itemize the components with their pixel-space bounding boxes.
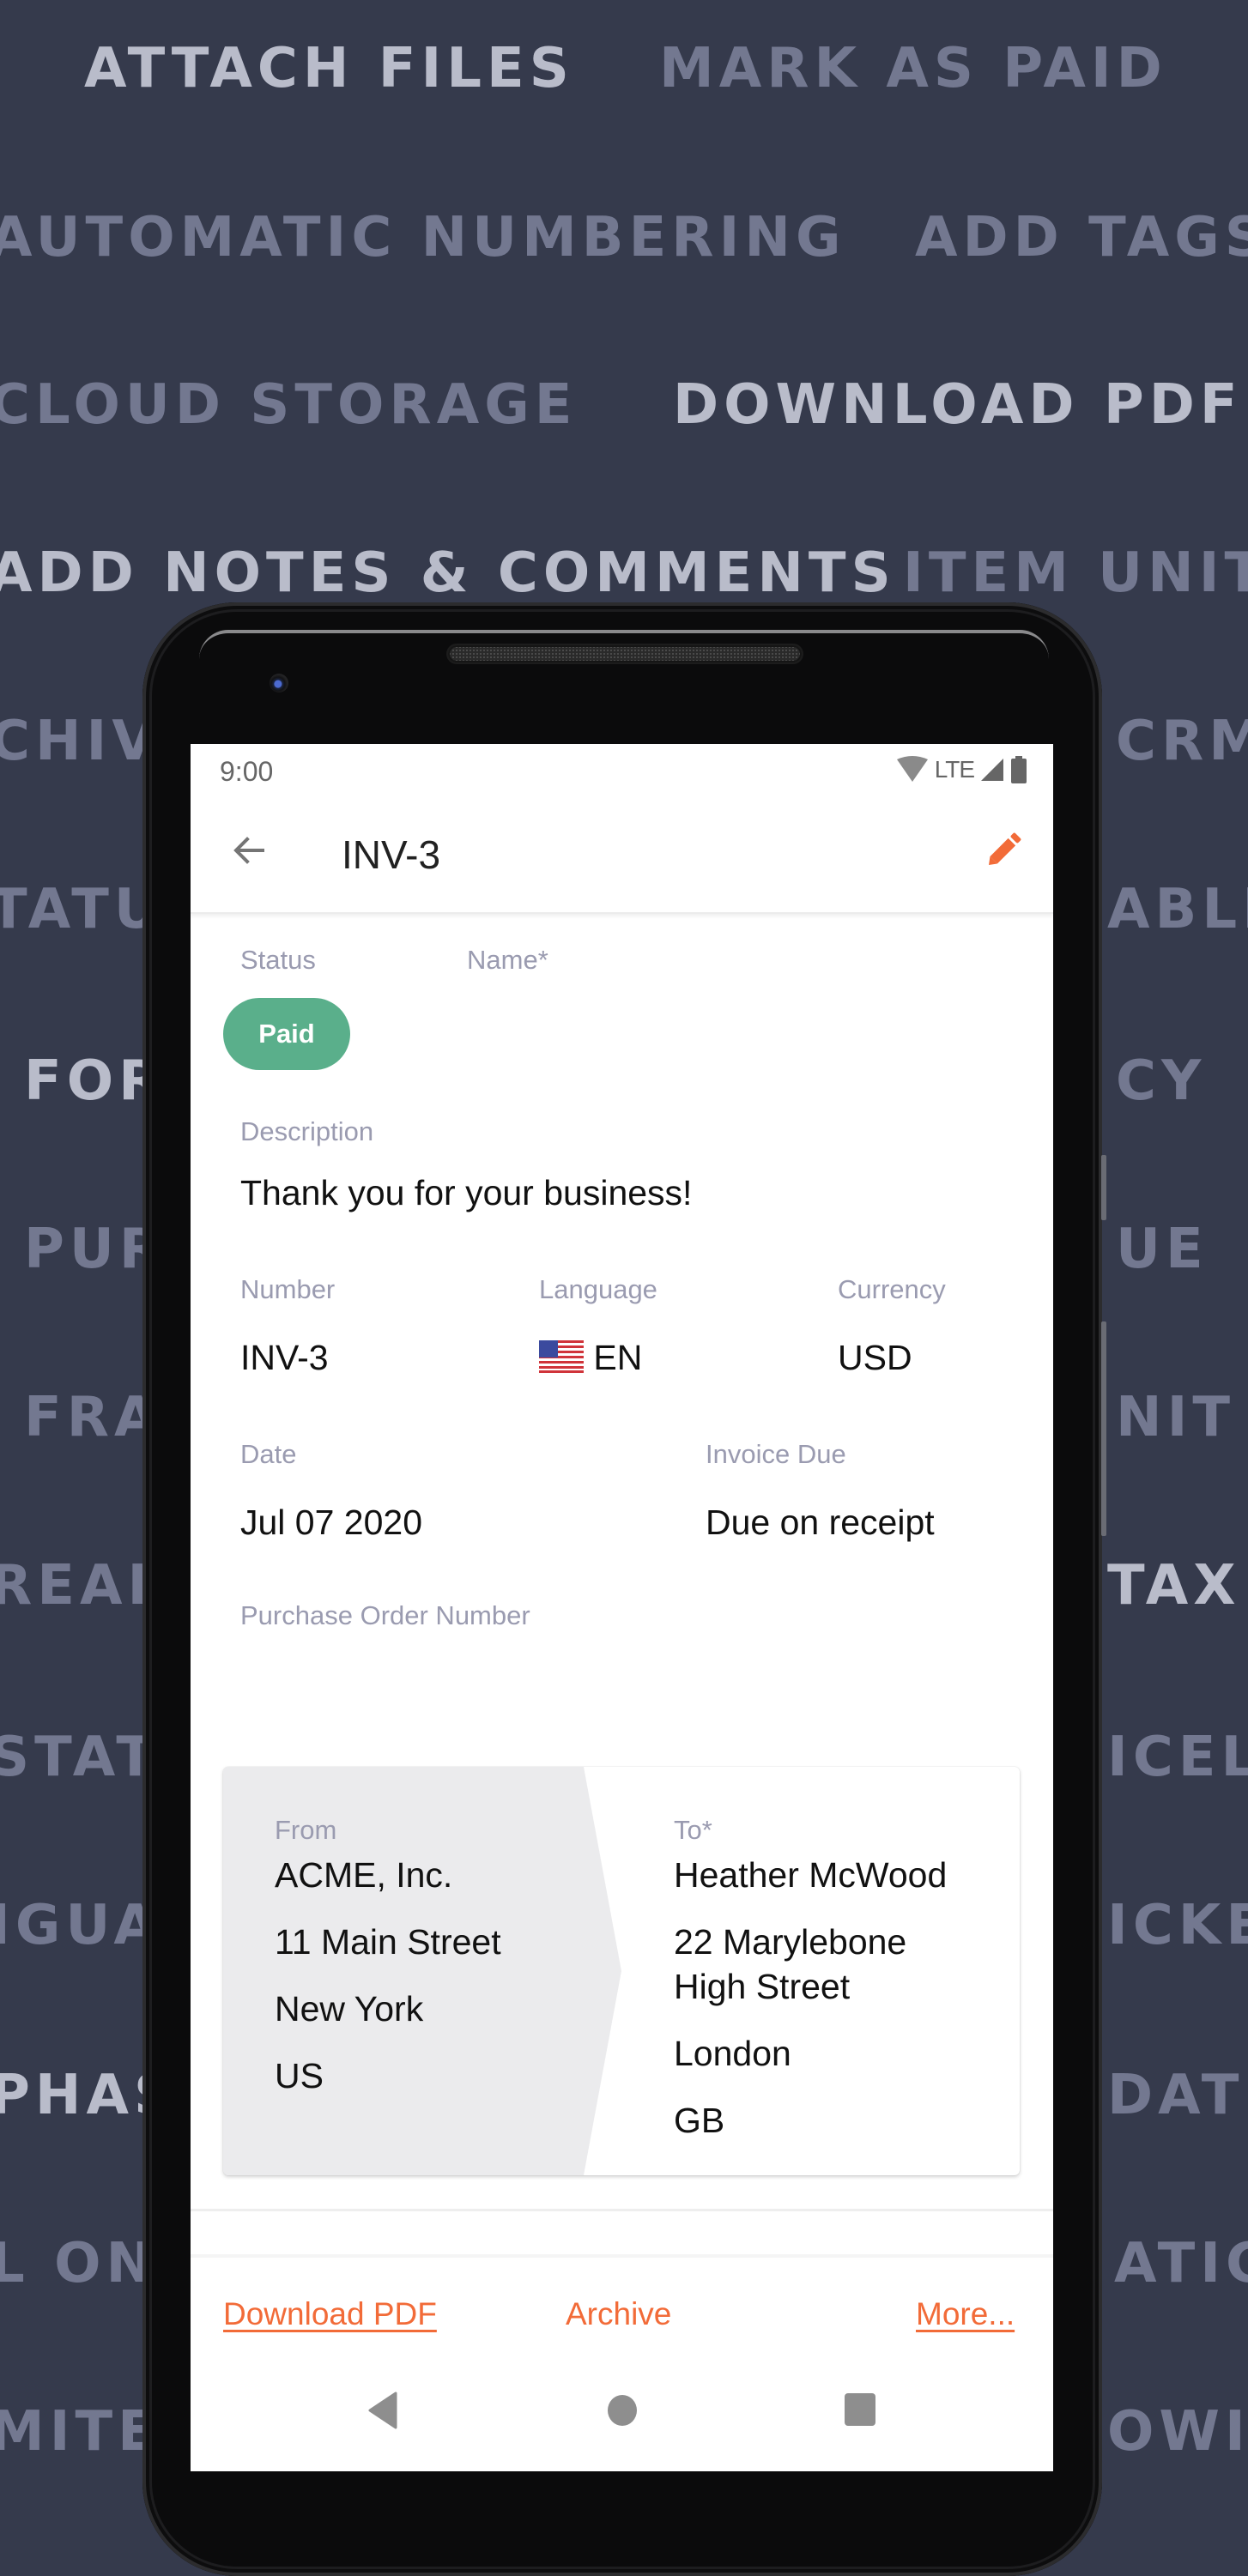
phone-volume-button (1101, 1155, 1106, 1220)
signal-icon (981, 759, 1003, 781)
background-feature-word: ATIC (1114, 2232, 1248, 2295)
page-title: INV-3 (342, 832, 441, 877)
background-feature-word: DOWNLOAD PDF (673, 373, 1243, 437)
download-pdf-link[interactable]: Download PDF (223, 2296, 437, 2332)
background-feature-word: IGUA (0, 1894, 161, 1957)
us-flag-icon (539, 1340, 584, 1373)
from-address-line: ACME, Inc. (275, 1855, 453, 1895)
status-badge[interactable]: Paid (223, 998, 350, 1070)
background-feature-word: TAX (1107, 1554, 1241, 1618)
status-bar: 9:00 LTE (191, 744, 1053, 795)
background-feature-word: OWI (1107, 2400, 1248, 2464)
purchase-order-label: Purchase Order Number (240, 1600, 530, 1630)
pencil-icon[interactable] (979, 826, 1027, 874)
invoice-due-label: Invoice Due (706, 1439, 846, 1469)
address-card[interactable]: From ACME, Inc. 11 Main Street New York US … (223, 1767, 1020, 2175)
phone-power-button (1101, 1321, 1106, 1536)
background-feature-word: ICKE (1107, 1894, 1248, 1957)
background-feature-word: TATU (0, 878, 164, 941)
background-feature-word: DATI (1107, 2064, 1248, 2127)
archive-link[interactable]: Archive (566, 2296, 671, 2332)
background-feature-word: FRA (24, 1386, 162, 1449)
background-feature-word: L ON (0, 2232, 158, 2295)
from-address-line: New York (275, 1989, 424, 2029)
front-camera-icon (270, 674, 288, 692)
background-feature-word: ATTACH FILES (84, 37, 574, 100)
date-label: Date (240, 1439, 297, 1469)
system-nav-bar (191, 2357, 1053, 2471)
to-address-line: 22 Marylebone High Street (674, 1922, 907, 2006)
background-feature-word: UE (1116, 1218, 1209, 1281)
nav-home-icon[interactable] (608, 2395, 637, 2426)
wifi-icon (896, 756, 928, 782)
to-label: To* (674, 1815, 712, 1845)
nav-back-icon[interactable] (367, 2392, 401, 2429)
to-address-line: GB (674, 2101, 725, 2140)
description-value: Thank you for your business! (240, 1173, 693, 1212)
background-feature-word: STAT (0, 1726, 159, 1789)
more-link[interactable]: More... (916, 2296, 1015, 2332)
background-feature-word: CLOUD STORAGE (0, 373, 578, 437)
background-feature-word: CRM (1116, 710, 1248, 773)
network-type: LTE (934, 756, 975, 783)
description-label: Description (240, 1116, 374, 1146)
app-bar: INV-3 (191, 795, 1053, 914)
background-feature-word: ITEM UNIT (903, 541, 1248, 605)
number-value: INV-3 (240, 1338, 329, 1377)
language-value: EN (539, 1338, 642, 1378)
language-code: EN (593, 1338, 643, 1377)
date-value: Jul 07 2020 (240, 1503, 423, 1542)
number-label: Number (240, 1274, 336, 1304)
background-feature-word: MARK AS PAID (659, 37, 1167, 100)
nav-recents-icon[interactable] (845, 2393, 875, 2426)
phone-speaker-grille (448, 645, 802, 662)
battery-icon (1011, 756, 1027, 783)
status-time: 9:00 (220, 756, 274, 787)
from-address-line: 11 Main Street (275, 1922, 501, 1962)
action-bar: Download PDF Archive More... (191, 2254, 1053, 2361)
from-label: From (275, 1815, 337, 1845)
background-feature-word: ICEL (1107, 1726, 1248, 1789)
to-address-line: Heather McWood (674, 1855, 948, 1895)
invoice-due-value: Due on receipt (706, 1503, 935, 1542)
background-feature-word: ABLI (1107, 878, 1248, 941)
background-feature-word: ADD TAGS (915, 206, 1248, 269)
background-feature-word: CY (1116, 1049, 1207, 1113)
currency-value: USD (838, 1338, 912, 1377)
from-address-line: US (275, 2056, 324, 2095)
background-feature-word: REAI (0, 1554, 154, 1618)
background-feature-word: AUTOMATIC NUMBERING (0, 206, 846, 269)
background-feature-word: CHIV (0, 710, 160, 773)
background-feature-word: NIT (1116, 1386, 1236, 1449)
status-label: Status (240, 945, 316, 975)
background-feature-word: ADD NOTES & COMMENTS (0, 541, 896, 605)
language-label: Language (539, 1274, 657, 1304)
background-feature-word: MITE (0, 2400, 161, 2464)
arrow-left-icon[interactable] (228, 830, 270, 871)
currency-label: Currency (838, 1274, 946, 1304)
name-label: Name* (467, 945, 548, 975)
divider (191, 2209, 1053, 2211)
to-address-line: London (674, 2034, 791, 2073)
phone-screen: 9:00 LTE INV-3 Status Name* Paid Descrip… (191, 744, 1053, 2471)
